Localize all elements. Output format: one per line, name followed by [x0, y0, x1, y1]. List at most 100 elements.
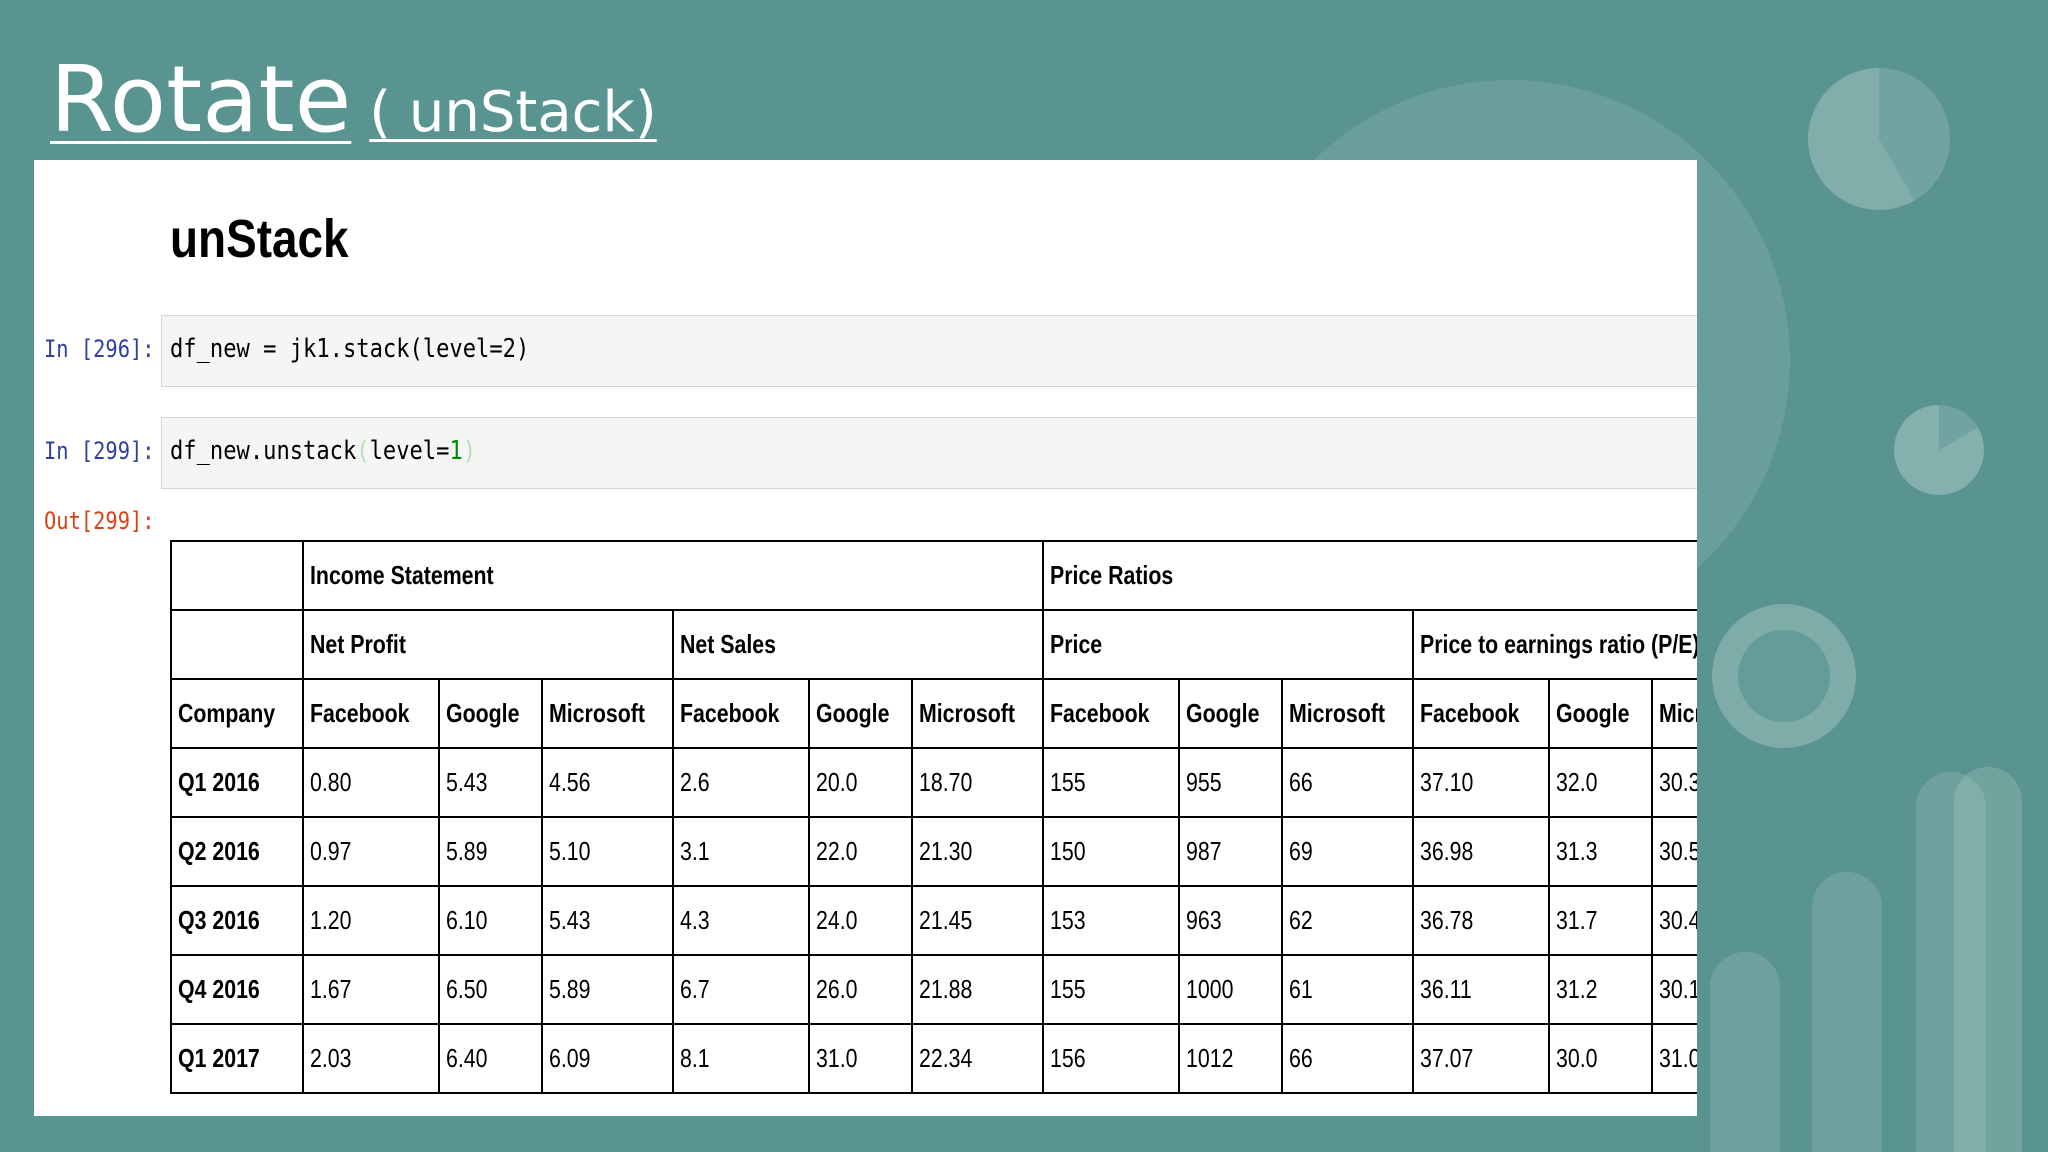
- row-label: Q3 2016: [169, 885, 305, 956]
- decorative-ring-icon: [1712, 604, 1856, 748]
- code-text-unstack: df_new.unstack(level=1): [170, 436, 476, 466]
- table-cell: 6.10: [437, 885, 544, 956]
- table-cell: 18.70: [911, 747, 1045, 818]
- table-cell: 6.40: [437, 1023, 544, 1094]
- notebook-heading: unStack: [170, 209, 349, 269]
- header-price-ratios: Price Ratios: [1042, 540, 1697, 611]
- table-cell: 5.43: [541, 885, 675, 956]
- table-cell: 62: [1281, 885, 1415, 956]
- company-header: Facebook: [1412, 678, 1550, 749]
- table-row: Q4 2016 1.67 6.50 5.89 6.7 26.0 21.88 155 1000 61…: [169, 954, 1697, 1025]
- code-arg: level=: [369, 436, 450, 466]
- table-cell: 30.11: [1651, 954, 1697, 1025]
- company-header: Microsoft: [911, 678, 1045, 749]
- table-cell: 21.30: [911, 816, 1045, 887]
- header-corner-cell: [169, 540, 305, 611]
- code-cell-unstack[interactable]: df_new.unstack(level=1): [161, 417, 1697, 489]
- slide-title-main: Rotate: [50, 46, 352, 153]
- company-header: Microsoft: [1281, 678, 1415, 749]
- table-cell: 32.0: [1547, 747, 1654, 818]
- index-name-company: Company: [169, 678, 305, 749]
- notebook-screenshot-panel: unStack In [296]: df_new = jk1.stack(lev…: [34, 160, 1697, 1116]
- code-cell-stack[interactable]: df_new = jk1.stack(level=2): [161, 315, 1697, 387]
- table-cell: 8.1: [672, 1023, 810, 1094]
- company-header: Google: [1547, 678, 1654, 749]
- out-prompt-299: Out[299]:: [44, 507, 155, 535]
- table-cell: 22.0: [807, 816, 914, 887]
- company-header: Facebook: [672, 678, 810, 749]
- table-row: Q3 2016 1.20 6.10 5.43 4.3 24.0 21.45 153 963 62 3…: [169, 885, 1697, 956]
- table-cell: 31.00: [1651, 1023, 1697, 1094]
- table-cell: 153: [1042, 885, 1180, 956]
- header-row-companies: Company Facebook Google Microsoft Facebo…: [169, 678, 1697, 749]
- table-cell: 1012: [1177, 1023, 1284, 1094]
- table-cell: 156: [1042, 1023, 1180, 1094]
- header-income-statement: Income Statement: [302, 540, 1045, 611]
- company-header: Google: [1177, 678, 1284, 749]
- table-cell: 22.34: [911, 1023, 1045, 1094]
- table-cell: 955: [1177, 747, 1284, 818]
- table-cell: 6.50: [437, 954, 544, 1025]
- company-header: Facebook: [1042, 678, 1180, 749]
- table-cell: 4.3: [672, 885, 810, 956]
- table-cell: 36.78: [1412, 885, 1550, 956]
- slide-title-subtitle: ( unStack): [369, 80, 657, 145]
- header-net-sales: Net Sales: [672, 609, 1045, 680]
- table-cell: 30.46: [1651, 885, 1697, 956]
- header-row-level0: Income Statement Price Ratios: [169, 540, 1697, 611]
- header-corner-cell: [169, 609, 305, 680]
- table-cell: 26.0: [807, 954, 914, 1025]
- table-cell: 1.20: [302, 885, 440, 956]
- table-cell: 36.98: [1412, 816, 1550, 887]
- table-cell: 0.80: [302, 747, 440, 818]
- table-cell: 6.09: [541, 1023, 675, 1094]
- table-cell: 31.2: [1547, 954, 1654, 1025]
- code-paren-close: ): [462, 436, 477, 466]
- table-cell: 21.88: [911, 954, 1045, 1025]
- table-cell: 5.10: [541, 816, 675, 887]
- table-cell: 0.97: [302, 816, 440, 887]
- table-cell: 155: [1042, 954, 1180, 1025]
- slide-title: Rotate ( unStack): [50, 46, 657, 153]
- table-cell: 61: [1281, 954, 1415, 1025]
- header-net-profit: Net Profit: [302, 609, 675, 680]
- row-label: Q1 2016: [169, 747, 305, 818]
- table-cell: 31.7: [1547, 885, 1654, 956]
- row-label: Q4 2016: [169, 954, 305, 1025]
- table-cell: 155: [1042, 747, 1180, 818]
- table-cell: 66: [1281, 1023, 1415, 1094]
- table-cell: 69: [1281, 816, 1415, 887]
- company-header: Google: [437, 678, 544, 749]
- table-cell: 150: [1042, 816, 1180, 887]
- table-row: Q2 2016 0.97 5.89 5.10 3.1 22.0 21.30 150 987 69 3…: [169, 816, 1697, 887]
- table-cell: 30.31: [1651, 747, 1697, 818]
- table-cell: 36.11: [1412, 954, 1550, 1025]
- in-prompt-296: In [296]:: [44, 335, 155, 363]
- code-text-stack: df_new = jk1.stack(level=2): [170, 334, 530, 364]
- table-cell: 1.67: [302, 954, 440, 1025]
- table-cell: 2.6: [672, 747, 810, 818]
- header-pe-ratio: Price to earnings ratio (P/E): [1412, 609, 1697, 680]
- table-cell: 31.3: [1547, 816, 1654, 887]
- dataframe-table: Income Statement Price Ratios Net Profit…: [169, 540, 1697, 1094]
- table-cell: 30.56: [1651, 816, 1697, 887]
- row-label: Q1 2017: [169, 1023, 305, 1094]
- company-header: Google: [807, 678, 914, 749]
- in-prompt-299: In [299]:: [44, 437, 155, 465]
- table-cell: 2.03: [302, 1023, 440, 1094]
- header-row-level1: Net Profit Net Sales Price Price to earn…: [169, 609, 1697, 680]
- table-row: Q1 2017 2.03 6.40 6.09 8.1 31.0 22.34 156 1012 66…: [169, 1023, 1697, 1094]
- header-price: Price: [1042, 609, 1415, 680]
- table-cell: 1000: [1177, 954, 1284, 1025]
- table-cell: 66: [1281, 747, 1415, 818]
- table-cell: 24.0: [807, 885, 914, 956]
- table-cell: 5.89: [437, 816, 544, 887]
- table-cell: 21.45: [911, 885, 1045, 956]
- table-cell: 20.0: [807, 747, 914, 818]
- code-number: 1: [449, 436, 463, 466]
- company-header: Microsoft: [1651, 678, 1697, 749]
- decorative-pie-icon-small: [1894, 405, 1984, 495]
- company-header: Microsoft: [541, 678, 675, 749]
- table-cell: 37.10: [1412, 747, 1550, 818]
- table-cell: 6.7: [672, 954, 810, 1025]
